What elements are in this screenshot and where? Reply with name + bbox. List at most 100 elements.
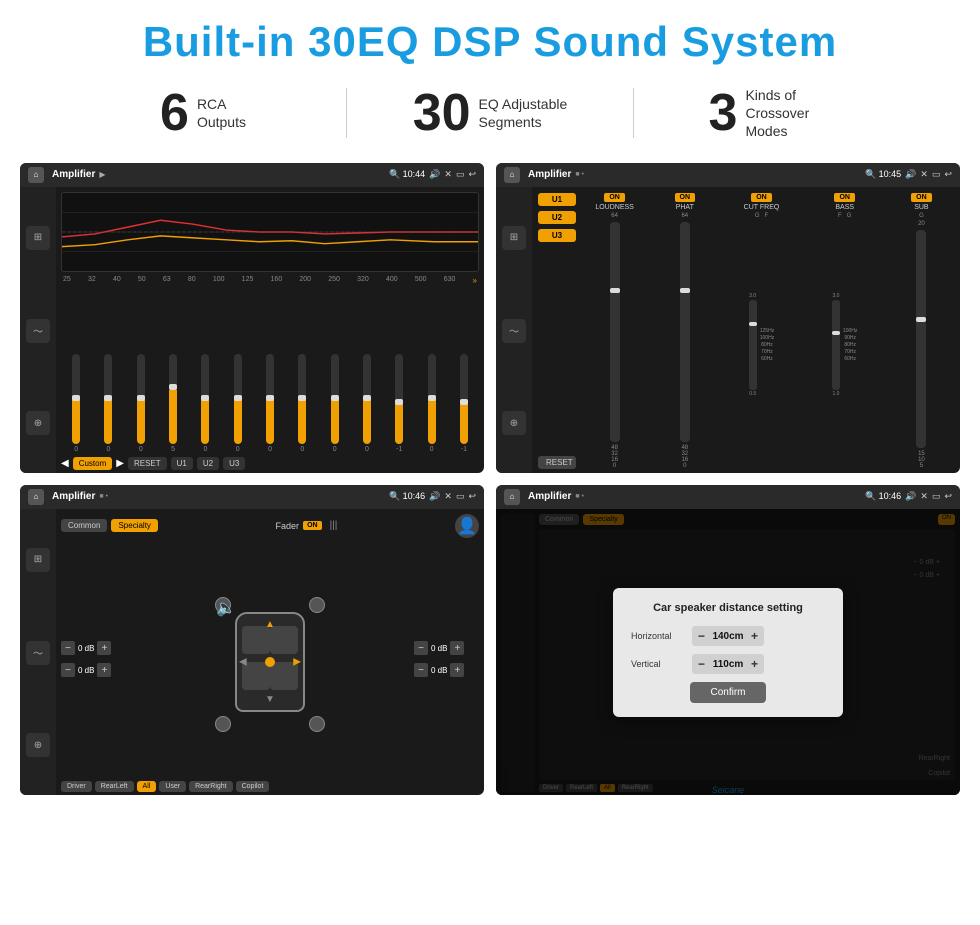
amp-sidebar-btn-wave[interactable]: 〜 [502, 319, 526, 343]
amp-sub-toggle[interactable]: ON [911, 193, 932, 202]
distance-dialog: Car speaker distance setting Horizontal … [613, 588, 843, 717]
eq-slider-10[interactable] [363, 354, 371, 444]
eq-sidebar-btn-eq[interactable]: ⊞ [26, 226, 50, 250]
stat-rca-number: 6 [160, 87, 189, 139]
fader-label: Fader [276, 521, 300, 531]
vertical-minus-btn[interactable]: − [698, 657, 705, 671]
eq-slider-12[interactable] [428, 354, 436, 444]
stat-crossover-text: Kinds ofCrossover Modes [745, 86, 845, 141]
rr-minus-btn[interactable]: − [414, 663, 428, 677]
amp-phat-toggle[interactable]: ON [675, 193, 696, 202]
eq-sidebar-btn-wave[interactable]: 〜 [26, 319, 50, 343]
amp-u1-btn[interactable]: U1 [538, 193, 576, 206]
eq-content: ⊞ 〜 ⊕ [20, 187, 484, 473]
amp-home-icon[interactable]: ⌂ [504, 167, 520, 183]
eq-reset-btn[interactable]: RESET [128, 457, 167, 470]
amp-status-bar: ⌂ Amplifier ■ • 🔍 10:45 🔊✕▭↩ [496, 163, 960, 187]
amp-u3-btn[interactable]: U3 [538, 229, 576, 242]
rl-db-control: − 0 dB + [61, 663, 126, 677]
rr-speaker-icon [309, 716, 325, 732]
eq-sliders: 0 0 0 5 0 0 0 0 0 0 -1 0 -1 [61, 289, 479, 453]
eq-slider-13[interactable] [460, 354, 468, 444]
amp-reset-btn[interactable]: RESET [538, 456, 576, 469]
eq-freq-labels: 2532405063 80100125160200 25032040050063… [61, 276, 479, 285]
rr-db-control: − 0 dB + [414, 663, 479, 677]
eq-graph [61, 192, 479, 272]
eq-slider-9[interactable] [331, 354, 339, 444]
rearright-btn[interactable]: RearRight [189, 781, 233, 792]
eq-u2-btn[interactable]: U2 [197, 457, 219, 470]
specialty-tab[interactable]: Specialty [111, 519, 157, 532]
driver-btn[interactable]: Driver [61, 781, 92, 792]
eq-slider-3[interactable] [137, 354, 145, 444]
rearleft-btn[interactable]: RearLeft [95, 781, 134, 792]
eq-sidebar: ⊞ 〜 ⊕ [20, 187, 56, 473]
stat-eq-text: EQ AdjustableSegments [479, 95, 568, 131]
amp-sidebar-btn-eq[interactable]: ⊞ [502, 226, 526, 250]
eq-slider-5[interactable] [201, 354, 209, 444]
rl-db-val: 0 dB [78, 666, 94, 675]
rl-minus-btn[interactable]: − [61, 663, 75, 677]
eq-nav: ◀ Custom ▶ RESET U1 U2 U3 [61, 457, 479, 470]
eq-slider-2[interactable] [104, 354, 112, 444]
speaker-main: Common Specialty Fader ON ||| 👤 − 0 dB + [56, 509, 484, 795]
eq-slider-6[interactable] [234, 354, 242, 444]
amp-bass-label: BASS [835, 204, 854, 211]
amp-sidebar-btn-bal[interactable]: ⊕ [502, 411, 526, 435]
fr-plus-btn[interactable]: + [450, 641, 464, 655]
left-arrow: ◀ [239, 656, 247, 667]
speaker-home-icon[interactable]: ⌂ [28, 489, 44, 505]
sp-sidebar-btn-wave[interactable]: 〜 [26, 641, 50, 665]
user-btn[interactable]: User [159, 781, 186, 792]
vertical-value: 110cm [709, 659, 747, 670]
eq-slider-4[interactable] [169, 354, 177, 444]
eq-slider-7[interactable] [266, 354, 274, 444]
eq-custom-btn[interactable]: Custom [73, 457, 113, 470]
amp-loudness-label: LOUDNESS [595, 204, 634, 211]
vertical-label: Vertical [631, 659, 686, 669]
fl-minus-btn[interactable]: − [61, 641, 75, 655]
dialog-home-icon[interactable]: ⌂ [504, 489, 520, 505]
copilot-btn[interactable]: Copilot [236, 781, 270, 792]
fl-plus-btn[interactable]: + [97, 641, 111, 655]
all-btn[interactable]: All [137, 781, 157, 792]
home-icon[interactable]: ⌂ [28, 167, 44, 183]
amp-loudness-toggle[interactable]: ON [604, 193, 625, 202]
eq-slider-1[interactable] [72, 354, 80, 444]
amp-phat-label: PHAT [676, 204, 694, 211]
fr-minus-btn[interactable]: − [414, 641, 428, 655]
eq-next-btn[interactable]: ▶ [116, 458, 124, 469]
rl-plus-btn[interactable]: + [97, 663, 111, 677]
dialog-screen: ⌂ Amplifier ■ • 🔍 10:46 🔊✕▭↩ Common Spec… [496, 485, 960, 795]
sp-sidebar-btn-eq[interactable]: ⊞ [26, 548, 50, 572]
eq-prev-btn[interactable]: ◀ [61, 458, 69, 469]
eq-u1-btn[interactable]: U1 [171, 457, 193, 470]
eq-slider-8[interactable] [298, 354, 306, 444]
amp-u2-btn[interactable]: U2 [538, 211, 576, 224]
amp-main: U1 U2 U3 RESET ON LOUDNESS 64 [532, 187, 960, 473]
fr-db-control: − 0 dB + [414, 641, 479, 655]
stat-crossover: 3 Kinds ofCrossover Modes [634, 86, 920, 141]
dialog-status-icons: 🔊✕▭↩ [905, 491, 952, 502]
eq-u3-btn[interactable]: U3 [223, 457, 245, 470]
up-arrow: ▲ [265, 619, 275, 630]
confirm-button[interactable]: Confirm [690, 682, 765, 703]
vertical-plus-btn[interactable]: + [751, 657, 758, 671]
common-tab[interactable]: Common [61, 519, 107, 532]
speaker-sidebar: ⊞ 〜 ⊕ [20, 509, 56, 795]
dialog-content: Common Specialty ON Driver RearLeft All … [496, 509, 960, 795]
amp-cutfreq-toggle[interactable]: ON [751, 193, 772, 202]
dialog-time: 🔍 10:46 [865, 491, 901, 502]
amp-bass-toggle[interactable]: ON [834, 193, 855, 202]
horizontal-plus-btn[interactable]: + [751, 629, 758, 643]
rr-plus-btn[interactable]: + [450, 663, 464, 677]
down-arrow: ▼ [265, 694, 275, 705]
rl-speaker-icon [215, 716, 231, 732]
horizontal-minus-btn[interactable]: − [698, 629, 705, 643]
sp-sidebar-btn-bal[interactable]: ⊕ [26, 733, 50, 757]
speaker-bottom-buttons: Driver RearLeft All User RearRight Copil… [61, 781, 479, 792]
eq-status-bar: ⌂ Amplifier ▶ 🔍 10:44 🔊✕▭↩ [20, 163, 484, 187]
eq-sidebar-btn-bal[interactable]: ⊕ [26, 411, 50, 435]
horizontal-value: 140cm [709, 631, 747, 642]
eq-slider-11[interactable] [395, 354, 403, 444]
